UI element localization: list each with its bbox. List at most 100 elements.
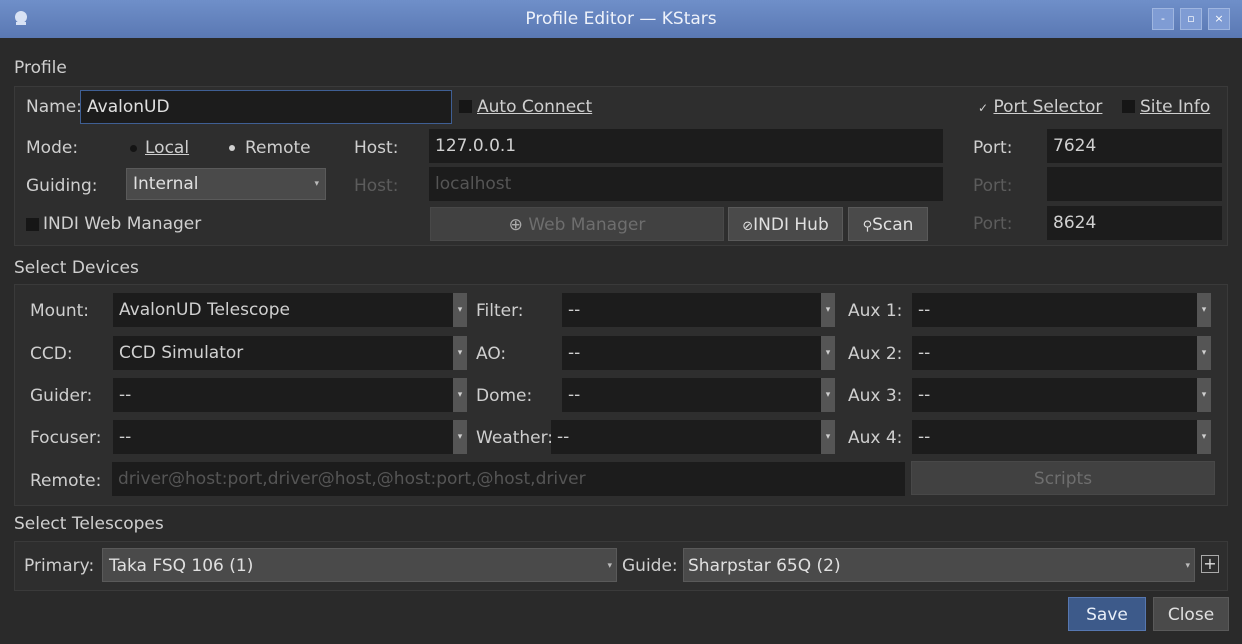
ccd-label: CCD: — [30, 344, 73, 364]
indi-hub-label: INDI Hub — [753, 215, 829, 235]
mode-remote-radio[interactable] — [229, 145, 235, 151]
mode-label: Mode: — [26, 138, 79, 158]
remote-label: Remote: — [30, 471, 102, 491]
search-icon: ⚲ — [862, 219, 873, 234]
hub-icon: ⊘ — [742, 219, 754, 234]
guiding-combo[interactable]: Internal ▾ — [126, 168, 326, 200]
name-label: Name: — [26, 97, 82, 117]
save-label: Save — [1086, 605, 1128, 625]
ao-combo[interactable]: -- — [562, 336, 821, 370]
host-label: Host: — [354, 138, 399, 158]
site-info-checkbox[interactable] — [1122, 100, 1135, 113]
primary-telescope-value: Taka FSQ 106 (1) — [109, 556, 254, 576]
close-button[interactable]: Close — [1153, 597, 1229, 631]
ccd-chevron-icon[interactable]: ▾ — [453, 336, 467, 370]
guiding-label: Guiding: — [26, 176, 98, 196]
mount-combo[interactable]: AvalonUD Telescope — [113, 293, 453, 327]
auto-connect-checkbox[interactable] — [459, 100, 472, 113]
aux1-combo[interactable]: -- — [912, 293, 1197, 327]
aux1-chevron-icon[interactable]: ▾ — [1197, 293, 1211, 327]
scan-button[interactable]: ⚲Scan — [848, 207, 928, 241]
port-selector-label: Port Selector — [993, 97, 1103, 117]
guide-telescope-label: Guide: — [622, 556, 678, 576]
filter-label: Filter: — [476, 301, 524, 321]
weather-label: Weather: — [476, 428, 554, 448]
aux4-label: Aux 4: — [848, 428, 903, 448]
chevron-down-icon: ▾ — [607, 561, 612, 571]
add-telescope-button[interactable]: + — [1201, 555, 1219, 573]
ccd-combo[interactable]: CCD Simulator — [113, 336, 453, 370]
filter-chevron-icon[interactable]: ▾ — [821, 293, 835, 327]
guide-telescope-combo[interactable]: Sharpstar 65Q (2) ▾ — [683, 548, 1195, 582]
aux4-chevron-icon[interactable]: ▾ — [1197, 420, 1211, 454]
indi-web-manager-label[interactable]: INDI Web Manager — [43, 214, 201, 234]
web-manager-button[interactable]: ⊕ Web Manager — [430, 207, 724, 241]
guider-chevron-icon[interactable]: ▾ — [453, 378, 467, 412]
guide-port-field[interactable] — [1047, 167, 1222, 201]
aux2-chevron-icon[interactable]: ▾ — [1197, 336, 1211, 370]
mount-chevron-icon[interactable]: ▾ — [453, 293, 467, 327]
web-port-field[interactable]: 8624 — [1047, 206, 1222, 240]
mount-label: Mount: — [30, 301, 90, 321]
devices-section-label: Select Devices — [14, 258, 139, 278]
focuser-chevron-icon[interactable]: ▾ — [453, 420, 467, 454]
mode-local-label[interactable]: Local — [145, 138, 189, 158]
focuser-label: Focuser: — [30, 428, 102, 448]
site-info-label[interactable]: Site Info — [1140, 97, 1210, 117]
aux1-label: Aux 1: — [848, 301, 903, 321]
site-info-text: Site Info — [1140, 97, 1211, 117]
guider-combo[interactable]: -- — [113, 378, 453, 412]
web-manager-label: Web Manager — [528, 215, 646, 235]
auto-connect-text: Auto Connect — [477, 97, 593, 117]
filter-combo[interactable]: -- — [562, 293, 821, 327]
weather-chevron-icon[interactable]: ▾ — [821, 420, 835, 454]
ao-chevron-icon[interactable]: ▾ — [821, 336, 835, 370]
checkmark-icon: ✓ — [978, 101, 989, 115]
save-button[interactable]: Save — [1068, 597, 1146, 631]
minimize-button[interactable]: - — [1152, 8, 1174, 30]
port-label: Port: — [973, 138, 1013, 158]
mode-local-radio[interactable] — [130, 145, 137, 152]
chevron-down-icon: ▾ — [1185, 561, 1190, 571]
weather-combo[interactable]: -- — [551, 420, 821, 454]
aux2-combo[interactable]: -- — [912, 336, 1197, 370]
guide-telescope-value: Sharpstar 65Q (2) — [688, 556, 841, 576]
port-selector-checkbox[interactable]: ✓ Port Selector — [978, 97, 1102, 117]
aux3-chevron-icon[interactable]: ▾ — [1197, 378, 1211, 412]
guide-host-field[interactable]: localhost — [429, 167, 943, 201]
port-field[interactable]: 7624 — [1047, 129, 1222, 163]
chevron-down-icon: ▾ — [314, 179, 319, 189]
telescopes-section-label: Select Telescopes — [14, 514, 164, 534]
dome-chevron-icon[interactable]: ▾ — [821, 378, 835, 412]
dome-combo[interactable]: -- — [562, 378, 821, 412]
aux3-label: Aux 3: — [848, 386, 903, 406]
primary-label: Primary: — [24, 556, 95, 576]
guide-port-label: Port: — [973, 176, 1013, 196]
mode-remote-label[interactable]: Remote — [245, 138, 311, 158]
title-bar: Profile Editor — KStars - ▫ × — [0, 0, 1242, 38]
name-field[interactable]: AvalonUD — [80, 90, 452, 124]
aux3-combo[interactable]: -- — [912, 378, 1197, 412]
guiding-combo-value: Internal — [133, 174, 199, 194]
close-window-button[interactable]: × — [1208, 8, 1230, 30]
scan-label: Scan — [872, 215, 914, 235]
indi-hub-button[interactable]: ⊘INDI Hub — [728, 207, 843, 241]
aux2-label: Aux 2: — [848, 344, 903, 364]
indi-web-manager-checkbox[interactable] — [26, 218, 39, 231]
guide-host-label: Host: — [354, 176, 399, 196]
dome-label: Dome: — [476, 386, 533, 406]
window-title: Profile Editor — KStars — [525, 9, 717, 29]
ao-label: AO: — [476, 344, 507, 364]
mode-remote-text: Remote — [245, 138, 311, 158]
globe-icon: ⊕ — [508, 215, 523, 235]
scripts-button[interactable]: Scripts — [911, 461, 1215, 495]
profile-section-label: Profile — [14, 58, 67, 78]
host-field[interactable]: 127.0.0.1 — [429, 129, 943, 163]
aux4-combo[interactable]: -- — [912, 420, 1197, 454]
focuser-combo[interactable]: -- — [113, 420, 453, 454]
auto-connect-label[interactable]: Auto Connect — [477, 97, 592, 117]
maximize-button[interactable]: ▫ — [1180, 8, 1202, 30]
mode-local-text: Local — [145, 138, 190, 158]
primary-telescope-combo[interactable]: Taka FSQ 106 (1) ▾ — [102, 548, 617, 582]
remote-drivers-field[interactable]: driver@host:port,driver@host,@host:port,… — [112, 462, 905, 496]
